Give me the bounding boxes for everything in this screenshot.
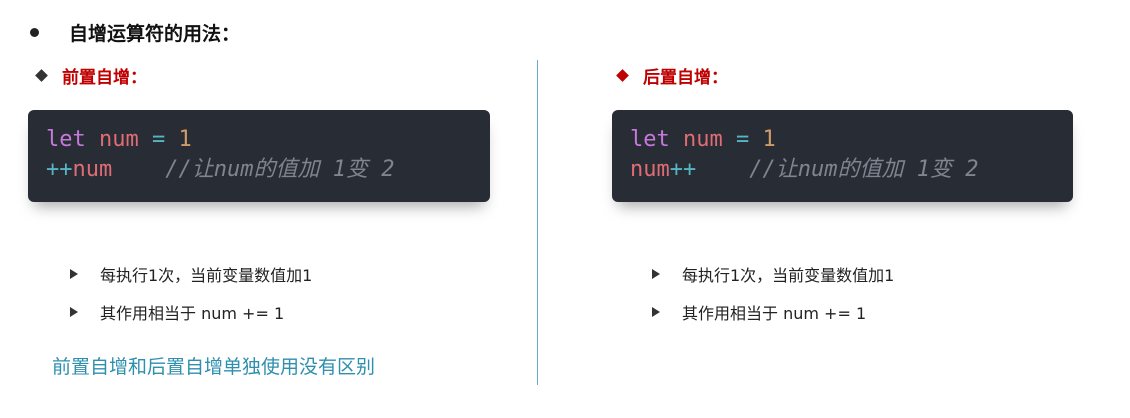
code-operator: ++ (46, 157, 73, 182)
prefix-bullet-list: 每执行1次，当前变量数值加1 其作用相当于 num += 1 (70, 255, 312, 331)
code-keyword: let (630, 127, 670, 152)
code-variable: num (72, 157, 113, 182)
code-line-1: let num = 1 (630, 125, 1055, 155)
code-keyword: let (46, 127, 86, 152)
postfix-code-block: let num = 1 num++ //让num的值加 1变 2 (612, 110, 1073, 202)
code-line-2: num++ //让num的值加 1变 2 (630, 155, 1055, 185)
code-comment: //让num的值加 1变 2 (165, 157, 395, 182)
code-line-1: let num = 1 (46, 125, 472, 155)
arrow-bullet-icon (70, 269, 78, 279)
code-number: 1 (762, 127, 776, 152)
code-variable: num (99, 127, 139, 152)
heading-text: 自增运算符的用法： (69, 22, 241, 45)
bullet-dot-icon (30, 27, 39, 37)
column-divider (537, 60, 538, 385)
list-item: 每执行1次，当前变量数值加1 (70, 255, 312, 293)
code-variable: num (683, 127, 723, 152)
arrow-bullet-icon (70, 307, 78, 317)
list-item-text: 每执行1次，当前变量数值加1 (100, 266, 313, 285)
arrow-bullet-icon (652, 269, 660, 279)
list-item-text: 每执行1次，当前变量数值加1 (682, 266, 895, 285)
code-comment: //让num的值加 1变 2 (749, 157, 979, 182)
code-operator: = (152, 127, 166, 152)
postfix-title-text: 后置自增： (643, 67, 728, 88)
prefix-title: 前置自增： (34, 62, 147, 88)
summary-note: 前置自增和后置自增单独使用没有区别 (52, 356, 376, 378)
code-variable: num (630, 157, 670, 182)
postfix-bullet-list: 每执行1次，当前变量数值加1 其作用相当于 num += 1 (652, 255, 894, 331)
list-item-text: 其作用相当于 num += 1 (682, 304, 867, 323)
list-item: 每执行1次，当前变量数值加1 (652, 255, 894, 293)
code-operator: ++ (669, 157, 697, 182)
diamond-icon (616, 68, 629, 82)
arrow-bullet-icon (652, 307, 660, 317)
code-operator: = (736, 127, 750, 152)
list-item-text: 其作用相当于 num += 1 (100, 304, 285, 323)
prefix-title-text: 前置自增： (62, 67, 147, 88)
diamond-icon (35, 68, 48, 82)
prefix-code-block: let num = 1 ++num //让num的值加 1变 2 (28, 110, 490, 202)
code-line-2: ++num //让num的值加 1变 2 (46, 155, 472, 185)
list-item: 其作用相当于 num += 1 (652, 293, 894, 331)
postfix-title: 后置自增： (615, 62, 728, 88)
list-item: 其作用相当于 num += 1 (70, 293, 312, 331)
code-number: 1 (178, 127, 192, 152)
section-heading: 自增运算符的用法： (30, 18, 240, 46)
